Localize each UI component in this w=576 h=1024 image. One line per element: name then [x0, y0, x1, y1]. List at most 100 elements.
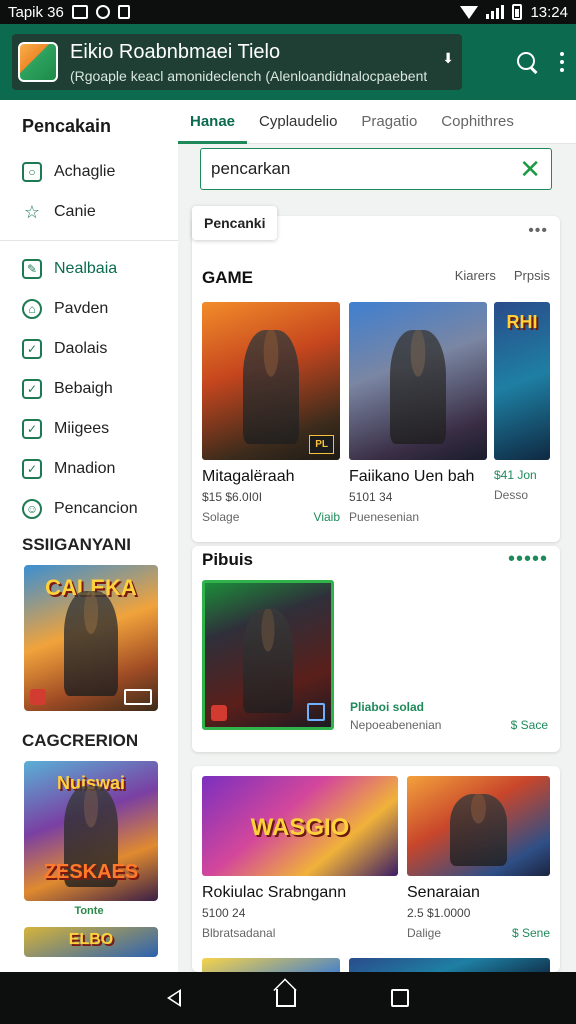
- app-logo-icon: [18, 42, 58, 82]
- checkbox-icon: ✓: [22, 339, 42, 359]
- sidebar-item-label: Miigees: [54, 420, 110, 437]
- game-meta: Desso: [494, 488, 529, 502]
- panel-link[interactable]: Prpsis: [514, 268, 550, 283]
- game-cover-image: WASGIO: [202, 776, 398, 876]
- game-logo: PL: [309, 435, 334, 454]
- game-rating-icon: [124, 689, 152, 705]
- sidebar-item-canie[interactable]: ☆ Canie: [0, 192, 178, 232]
- game-meta: Puenesenian: [349, 510, 420, 524]
- close-icon[interactable]: ✕: [519, 156, 541, 182]
- character-figure: [242, 608, 294, 713]
- sidebar-item-label: Pencancion: [54, 500, 138, 517]
- game-meta: Blbratsadanal: [202, 926, 276, 940]
- signal-icon: [486, 5, 505, 19]
- game-cover-title: RHI: [506, 312, 538, 332]
- sidebar-divider: [0, 240, 178, 241]
- sidebar-item-label: Nealbaia: [54, 260, 118, 277]
- pin-icon[interactable]: ⬇: [442, 50, 454, 67]
- sidebar-game-card[interactable]: CALEKA: [24, 565, 158, 711]
- sidebar-item-daolais[interactable]: ✓ Daolais: [0, 329, 178, 369]
- game-card[interactable]: PL Mitagalёraah $15 $6.0I0I Solage Viaib: [202, 302, 340, 524]
- notification-icon: [71, 5, 88, 19]
- sidebar-item-bebaigh[interactable]: ✓ Bebaigh: [0, 369, 178, 409]
- checkbox-icon: ✓: [22, 379, 42, 399]
- checkbox-icon: ✓: [22, 419, 42, 439]
- game-price: $ Sace: [510, 718, 548, 732]
- back-icon[interactable]: [167, 989, 182, 1007]
- tab-hanae[interactable]: Hanae: [178, 100, 248, 144]
- sidebar-item-achaglie[interactable]: ○ Achaglie: [0, 152, 178, 192]
- game-title: Senaraian: [407, 884, 480, 901]
- game-meta-link[interactable]: Viaib: [314, 510, 340, 524]
- panel-title: GAME: [202, 268, 253, 287]
- system-nav-bar: [0, 972, 576, 1024]
- sidebar-section-title: CAGCRERION: [22, 731, 139, 750]
- sidebar-item-label: Daolais: [54, 340, 108, 357]
- sidebar-item-pavden[interactable]: ⌂ Pavden: [0, 289, 178, 329]
- app-title: Eikio Roabnbmaei Tielo: [70, 40, 281, 63]
- home-icon[interactable]: [275, 989, 296, 1007]
- panel-title: Pibuis: [202, 550, 254, 569]
- game-card[interactable]: [202, 580, 334, 730]
- status-time: 13:24: [530, 3, 568, 21]
- game-meta: Solage: [202, 510, 240, 524]
- game-card[interactable]: RHI $41 Jon Desso: [494, 302, 550, 502]
- sidebar-item-mnadion[interactable]: ✓ Mnadion: [0, 449, 178, 489]
- sidebar-header: Pencakain: [22, 116, 112, 136]
- search-input[interactable]: pencarkan ✕: [200, 148, 552, 190]
- game-cover-image: [202, 580, 334, 730]
- home-icon: ⌂: [22, 299, 42, 319]
- sidebar-item-label: Pavden: [54, 300, 109, 317]
- game-panel: ••• GAME Kiarers Prpsis PL Mitagalёraah …: [192, 216, 560, 542]
- tab-cyplaudelio[interactable]: Cyplaudelio: [247, 100, 349, 144]
- sidebar-game-card[interactable]: ELBO: [24, 927, 158, 957]
- game-meta: Dalige: [407, 926, 442, 940]
- tab-cophithres[interactable]: Cophithres: [429, 100, 526, 144]
- game-card[interactable]: Senaraian 2.5 $1.0000 Dalige $ Sene: [407, 776, 550, 940]
- game-cover-image[interactable]: [202, 958, 340, 972]
- sidebar-item-miigees[interactable]: ✓ Miigees: [0, 409, 178, 449]
- more-options-icon[interactable]: •••••: [508, 548, 548, 571]
- search-input-value: pencarkan: [211, 159, 291, 178]
- game-title: Faiikano Uen bah: [349, 468, 475, 485]
- wifi-icon: [460, 5, 479, 19]
- sidebar-item-pencancion[interactable]: ☺ Pencancion: [0, 489, 178, 529]
- game-panel: WASGIO Rokiulac Srabngann 5100 24 Blbrat…: [192, 766, 560, 972]
- sidebar-item-label: Canie: [54, 203, 96, 220]
- tab-bar: Hanae Cyplaudelio Pragatio Cophithres: [178, 100, 576, 144]
- game-cover-image: RHI: [494, 302, 550, 460]
- sidebar-game-card[interactable]: Nuiswai ZESKAES: [24, 761, 158, 901]
- sidebar-item-nealbaia[interactable]: ✎ Nealbaia: [0, 249, 178, 289]
- panel-link[interactable]: Kiarers: [455, 268, 496, 283]
- person-icon: ☆: [23, 201, 41, 222]
- sidebar-item-label: Mnadion: [54, 460, 116, 477]
- tab-pragatio[interactable]: Pragatio: [349, 100, 429, 144]
- game-cover-title: ELBO: [68, 931, 114, 948]
- game-cover-image[interactable]: [349, 958, 550, 972]
- game-cover-image: [349, 302, 487, 460]
- more-options-icon[interactable]: [560, 52, 564, 72]
- character-figure: [449, 794, 508, 866]
- game-subtitle: Nepoeabenenian: [350, 718, 442, 732]
- sync-icon: [95, 5, 110, 19]
- game-badge-icon: [211, 705, 227, 721]
- character-figure: [243, 330, 299, 445]
- sidebar-section-title: SSIIGANYANI: [22, 535, 131, 554]
- game-price: $41 Jon: [494, 468, 537, 482]
- search-icon[interactable]: [516, 51, 538, 73]
- game-card[interactable]: Faiikano Uen bah 5101 34 Puenesenian: [349, 302, 487, 524]
- more-options-icon[interactable]: •••: [528, 222, 548, 240]
- game-cover-subtitle: ZESKAES: [43, 861, 139, 883]
- game-card[interactable]: WASGIO Rokiulac Srabngann 5100 24 Blbrat…: [202, 776, 398, 940]
- app-subtitle: (Rgoaple keacl amonideclench (Alenloandi…: [70, 67, 428, 84]
- section-chip[interactable]: Pencanki: [192, 206, 278, 240]
- game-price: 5100 24: [202, 906, 246, 920]
- app-header-card[interactable]: Eikio Roabnbmaei Tielo (Rgoaple keacl am…: [12, 34, 462, 90]
- recent-apps-icon[interactable]: [390, 989, 409, 1007]
- game-caption: Tonte: [74, 905, 104, 917]
- game-meta-link[interactable]: $ Sene: [512, 926, 550, 940]
- game-cover-image: PL: [202, 302, 340, 460]
- sidebar: Pencakain ○ Achaglie ☆ Canie ✎ Nealbaia …: [0, 100, 178, 972]
- game-panel: ••••• Pibuis Pliaboi solad Nepoeabenenia…: [192, 546, 560, 752]
- checkbox-icon: ○: [22, 162, 42, 182]
